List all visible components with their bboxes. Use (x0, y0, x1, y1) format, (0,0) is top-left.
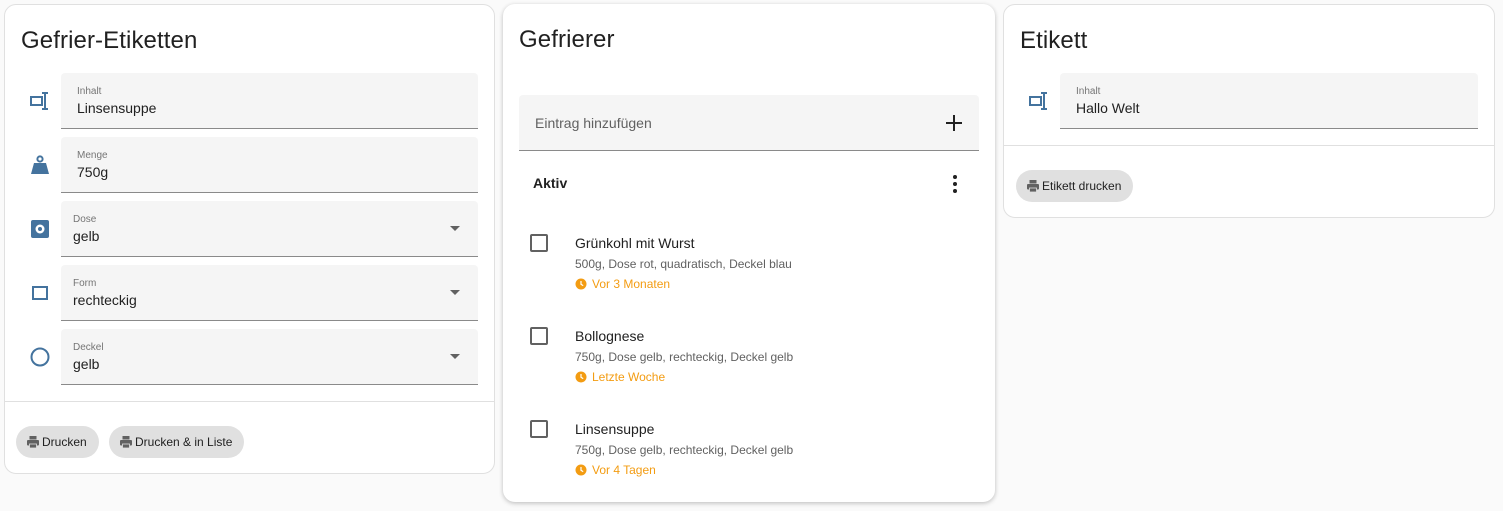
divider (5, 401, 494, 402)
print-label-button[interactable]: Etikett drucken (1016, 170, 1134, 202)
add-entry-input[interactable]: Eintrag hinzufügen (519, 95, 979, 151)
item-title: Linsensuppe (575, 421, 655, 437)
label-inhalt-field-label: Inhalt (1076, 86, 1101, 97)
dropdown-arrow-icon[interactable] (450, 290, 460, 295)
freezer-card: Gefrierer Eintrag hinzufügen Aktiv Grünk… (503, 4, 995, 502)
form-field-value: rechteckig (73, 292, 137, 308)
clock-icon (575, 464, 587, 476)
printer-icon (120, 436, 132, 449)
field-row-dose: Dose gelb (5, 201, 494, 257)
label-card: Etikett Inhalt Hallo Welt Etikett drucke… (1003, 4, 1495, 218)
deckel-select[interactable]: Deckel gelb (61, 329, 478, 385)
inhalt-field-label: Inhalt (77, 86, 102, 97)
add-entry-placeholder: Eintrag hinzufügen (535, 115, 652, 131)
dropdown-arrow-icon[interactable] (450, 354, 460, 359)
form-select[interactable]: Form rechteckig (61, 265, 478, 321)
clock-icon (575, 371, 587, 383)
label-inhalt-field-value: Hallo Welt (1076, 100, 1140, 116)
label-icon (1026, 89, 1052, 113)
item-details: 750g, Dose gelb, rechteckig, Deckel gelb (575, 443, 794, 457)
labels-card-title: Gefrier-Etiketten (21, 27, 198, 54)
form-field-label: Form (73, 278, 97, 289)
printer-icon (27, 436, 39, 449)
list-item[interactable]: Linsensuppe 750g, Dose gelb, rechteckig,… (503, 412, 995, 492)
freezer-card-title: Gefrierer (519, 26, 615, 53)
field-row-form: Form rechteckig (5, 265, 494, 321)
item-time-label: Vor 3 Monaten (592, 277, 671, 291)
item-time-label: Letzte Woche (592, 370, 666, 384)
dropdown-arrow-icon[interactable] (450, 226, 460, 231)
field-row-inhalt: Inhalt Linsensuppe (5, 73, 494, 129)
circle-icon (27, 345, 53, 369)
item-details: 750g, Dose gelb, rechteckig, Deckel gelb (575, 350, 794, 364)
clock-icon (575, 278, 587, 290)
menge-field-value: 750g (77, 164, 109, 180)
box-icon (27, 217, 53, 241)
labels-card: Gefrier-Etiketten Inhalt Linsensuppe Men… (4, 4, 495, 474)
divider (1004, 145, 1494, 146)
item-time: Letzte Woche (575, 370, 665, 384)
menge-input[interactable]: Menge 750g (61, 137, 478, 193)
print-and-list-button[interactable]: Drucken & in Liste (109, 426, 245, 458)
label-inhalt-input[interactable]: Inhalt Hallo Welt (1060, 73, 1478, 129)
item-time: Vor 4 Tagen (575, 463, 656, 477)
print-button-label: Drucken (42, 435, 87, 449)
deckel-field-label: Deckel (73, 342, 104, 353)
section-title-aktiv: Aktiv (533, 175, 568, 191)
item-checkbox[interactable] (530, 420, 548, 438)
print-and-list-button-label: Drucken & in Liste (135, 435, 233, 449)
dose-field-value: gelb (73, 228, 100, 244)
inhalt-input[interactable]: Inhalt Linsensuppe (61, 73, 478, 129)
label-icon (27, 89, 53, 113)
printer-icon (1027, 180, 1039, 193)
rectangle-icon (27, 281, 53, 305)
field-row-deckel: Deckel gelb (5, 329, 494, 385)
dose-select[interactable]: Dose gelb (61, 201, 478, 257)
more-vert-icon[interactable] (945, 172, 965, 196)
dose-field-label: Dose (73, 214, 97, 225)
print-label-button-label: Etikett drucken (1042, 179, 1122, 193)
inhalt-field-value: Linsensuppe (77, 100, 157, 116)
print-button[interactable]: Drucken (16, 426, 99, 458)
item-checkbox[interactable] (530, 234, 548, 252)
weight-icon (27, 153, 53, 177)
field-row-menge: Menge 750g (5, 137, 494, 193)
menge-field-label: Menge (77, 150, 108, 161)
item-time-label: Vor 4 Tagen (592, 463, 656, 477)
list-item[interactable]: Grünkohl mit Wurst 500g, Dose rot, quadr… (503, 226, 995, 306)
item-title: Bollognese (575, 328, 645, 344)
item-checkbox[interactable] (530, 327, 548, 345)
field-row-inhalt: Inhalt Hallo Welt (1004, 73, 1494, 129)
item-title: Grünkohl mit Wurst (575, 235, 695, 251)
plus-icon[interactable] (943, 112, 965, 134)
deckel-field-value: gelb (73, 356, 100, 372)
item-time: Vor 3 Monaten (575, 277, 670, 291)
label-card-title: Etikett (1020, 27, 1088, 54)
list-item[interactable]: Bollognese 750g, Dose gelb, rechteckig, … (503, 319, 995, 399)
item-details: 500g, Dose rot, quadratisch, Deckel blau (575, 257, 792, 271)
